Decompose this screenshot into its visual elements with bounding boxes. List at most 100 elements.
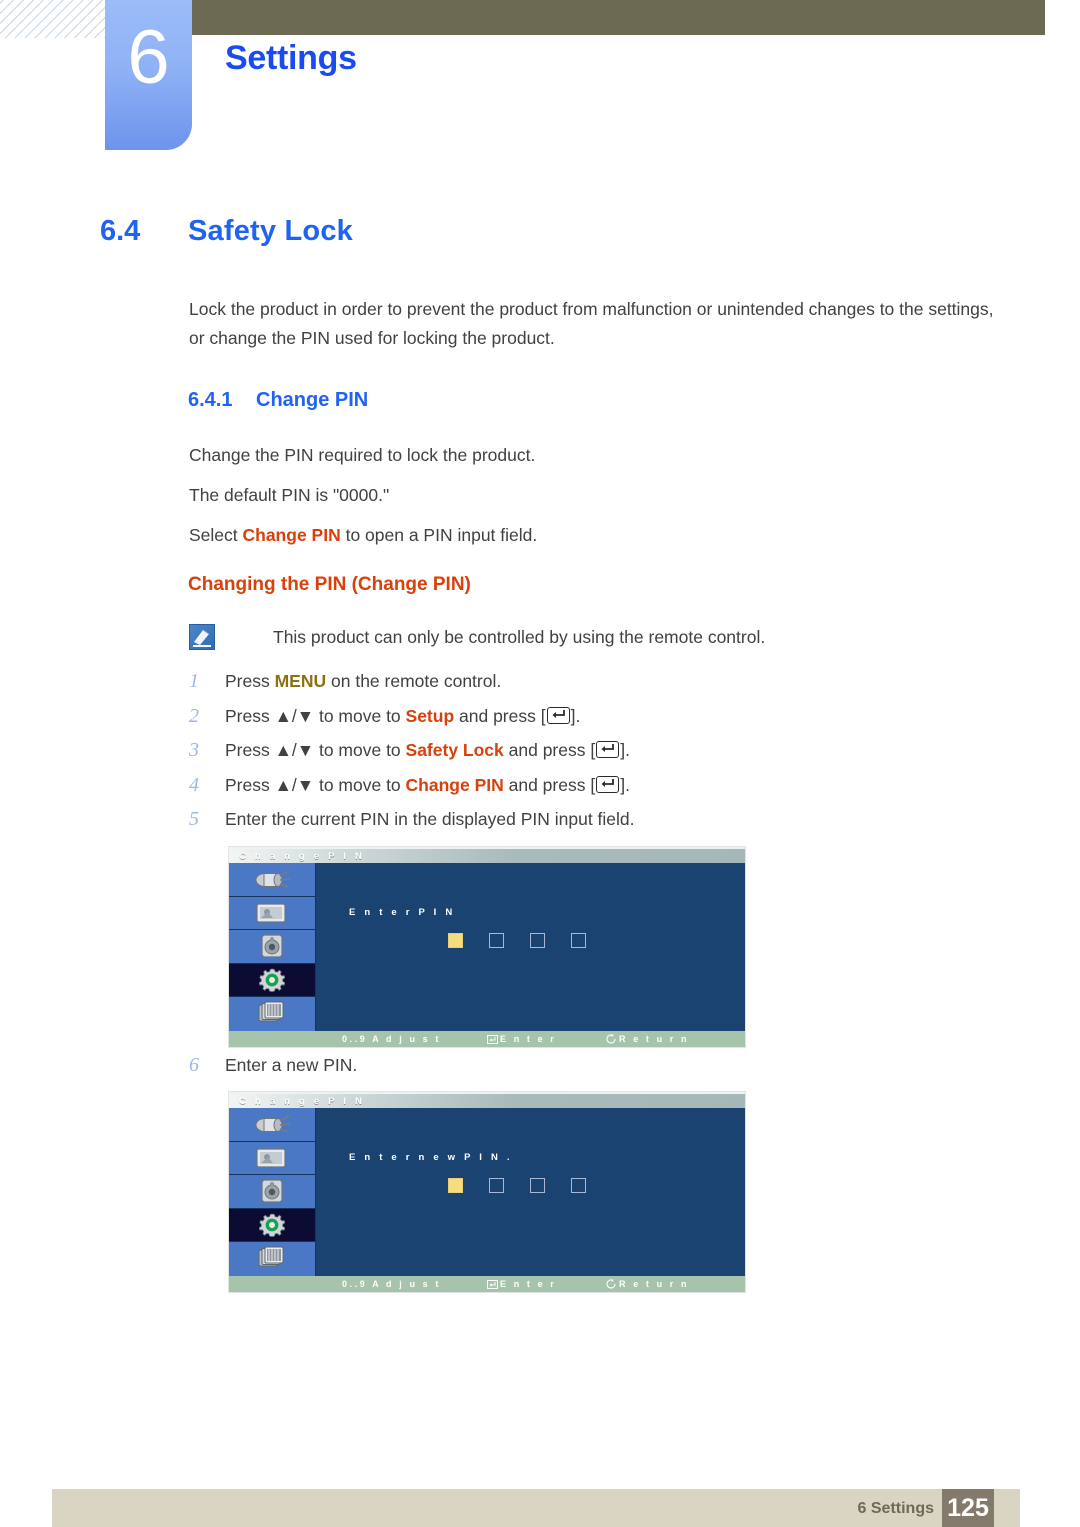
pin-box-2[interactable] xyxy=(489,933,504,948)
osd-footer-enter-label: E n t e r xyxy=(500,1034,557,1044)
step-5: 5 Enter the current PIN in the displayed… xyxy=(189,806,635,832)
picture-icon xyxy=(229,897,315,931)
paragraph-3-keyword: Change PIN xyxy=(242,525,341,545)
step-2-tail: ]. xyxy=(570,706,581,726)
osd-footer-enter: E n t e r xyxy=(487,1276,556,1294)
step-1: 1 Press MENU on the remote control. xyxy=(189,668,501,694)
section-heading: 6.4 Safety Lock xyxy=(100,214,353,248)
note-pencil-icon xyxy=(189,624,215,650)
step-4-number: 4 xyxy=(189,774,199,796)
sound-speaker-icon xyxy=(229,930,315,964)
osd-prompt: E n t e r n e w P I N . xyxy=(349,1152,513,1163)
osd-sidebar xyxy=(229,863,316,1031)
pin-box-3[interactable] xyxy=(530,1178,545,1193)
step-3-pre: Press ▲/▼ to move to xyxy=(225,740,406,760)
decorative-hatch-pattern xyxy=(0,0,105,38)
osd-footer: 0..9 A d j u s t E n t e r R e t u r n xyxy=(229,1031,745,1047)
enter-key-icon xyxy=(487,1033,498,1049)
step-3-text: Press ▲/▼ to move to Safety Lock and pre… xyxy=(225,737,630,763)
header-olive-bar xyxy=(192,0,1045,35)
step-2-text: Press ▲/▼ to move to Setup and press []. xyxy=(225,703,580,729)
osd-footer-enter: E n t e r xyxy=(487,1031,556,1049)
pin-box-3[interactable] xyxy=(530,933,545,948)
osd-prompt: E n t e r P I N xyxy=(349,907,456,918)
osd-footer-return-label: R e t u r n xyxy=(619,1279,690,1289)
osd-screenshot-enter-pin: C h a n g e P I N E n t e r P I N 0..9 A… xyxy=(229,847,745,1047)
page-number: 125 xyxy=(942,1489,994,1527)
step-3-keyword: Safety Lock xyxy=(405,740,504,760)
osd-footer: 0..9 A d j u s t E n t e r R e t u r n xyxy=(229,1276,745,1292)
osd-footer-return: R e t u r n xyxy=(606,1276,689,1294)
step-6: 6 Enter a new PIN. xyxy=(189,1052,357,1078)
subsection-paragraph-2: The default PIN is "0000." xyxy=(189,485,390,505)
osd-footer-adjust: 0..9 A d j u s t xyxy=(342,1279,441,1289)
osd-footer-enter-label: E n t e r xyxy=(500,1279,557,1289)
step-1-text: Press MENU on the remote control. xyxy=(225,668,501,694)
enter-key-icon xyxy=(596,776,620,793)
pin-box-1[interactable] xyxy=(448,933,463,948)
note-text: This product can only be controlled by u… xyxy=(273,627,766,647)
step-4-pre: Press ▲/▼ to move to xyxy=(225,775,406,795)
section-number: 6.4 xyxy=(100,215,141,247)
osd-content-area: E n t e r n e w P I N . xyxy=(316,1108,745,1276)
osd-screenshot-enter-new-pin: C h a n g e P I N E n t e r n e w P I N … xyxy=(229,1092,745,1292)
procedure-heading: Changing the PIN (Change PIN) xyxy=(188,574,471,595)
section-intro: Lock the product in order to prevent the… xyxy=(189,299,994,348)
step-2-number: 2 xyxy=(189,705,199,727)
page-header: 6 Settings xyxy=(0,0,1080,160)
step-1-post: on the remote control. xyxy=(326,671,502,691)
step-2-keyword: Setup xyxy=(405,706,455,726)
input-plug-icon xyxy=(229,1108,315,1142)
step-6-number: 6 xyxy=(189,1054,199,1076)
enter-key-icon xyxy=(546,707,570,724)
osd-footer-adjust: 0..9 A d j u s t xyxy=(342,1034,441,1044)
osd-footer-return: R e t u r n xyxy=(606,1031,689,1049)
input-plug-icon xyxy=(229,863,315,897)
step-4-tail: ]. xyxy=(620,775,630,795)
step-1-number: 1 xyxy=(189,670,199,692)
subsection-paragraph-3: Select Change PIN to open a PIN input fi… xyxy=(189,521,537,550)
pin-box-2[interactable] xyxy=(489,1178,504,1193)
chapter-tab: 6 xyxy=(105,0,192,150)
page-footer: 6 Settings 125 xyxy=(52,1489,1020,1527)
step-2: 2 Press ▲/▼ to move to Setup and press [… xyxy=(189,703,580,729)
pin-box-1[interactable] xyxy=(448,1178,463,1193)
step-1-keyword: MENU xyxy=(274,671,327,691)
step-3-number: 3 xyxy=(189,739,199,761)
osd-sidebar xyxy=(229,1108,316,1276)
pin-box-4[interactable] xyxy=(571,933,586,948)
step-3: 3 Press ▲/▼ to move to Safety Lock and p… xyxy=(189,737,630,763)
step-6-text: Enter a new PIN. xyxy=(225,1055,358,1075)
chapter-number: 6 xyxy=(127,15,170,100)
subsection-number: 6.4.1 xyxy=(188,389,233,411)
step-2-pre: Press ▲/▼ to move to xyxy=(225,706,406,726)
chapter-title: Settings xyxy=(225,39,357,77)
pin-input-field[interactable] xyxy=(448,933,586,948)
pin-box-4[interactable] xyxy=(571,1178,586,1193)
setup-gear-icon xyxy=(229,963,315,998)
subsection-heading: 6.4.1 Change PIN xyxy=(188,388,368,413)
paragraph-3-pre: Select xyxy=(189,525,243,545)
subsection-paragraph-1: Change the PIN required to lock the prod… xyxy=(189,445,536,465)
return-arrow-icon xyxy=(606,1033,617,1049)
step-1-pre: Press xyxy=(225,671,275,691)
note-row: This product can only be controlled by u… xyxy=(189,624,765,650)
step-2-post: and press [ xyxy=(454,706,546,726)
multi-control-icon xyxy=(229,997,315,1031)
pin-input-field[interactable] xyxy=(448,1178,586,1193)
section-title: Safety Lock xyxy=(188,215,353,247)
step-4-keyword: Change PIN xyxy=(405,775,504,795)
step-5-number: 5 xyxy=(189,808,199,830)
osd-titlebar: C h a n g e P I N xyxy=(229,847,745,863)
paragraph-3-post: to open a PIN input field. xyxy=(340,525,538,545)
osd-footer-return-label: R e t u r n xyxy=(619,1034,690,1044)
setup-gear-icon xyxy=(229,1208,315,1243)
multi-control-icon xyxy=(229,1242,315,1276)
osd-titlebar: C h a n g e P I N xyxy=(229,1092,745,1108)
step-4-text: Press ▲/▼ to move to Change PIN and pres… xyxy=(225,772,630,798)
step-4-post: and press [ xyxy=(503,775,596,795)
enter-key-icon xyxy=(487,1278,498,1294)
step-5-text: Enter the current PIN in the displayed P… xyxy=(225,809,635,829)
step-3-tail: ]. xyxy=(620,740,630,760)
return-arrow-icon xyxy=(606,1278,617,1294)
